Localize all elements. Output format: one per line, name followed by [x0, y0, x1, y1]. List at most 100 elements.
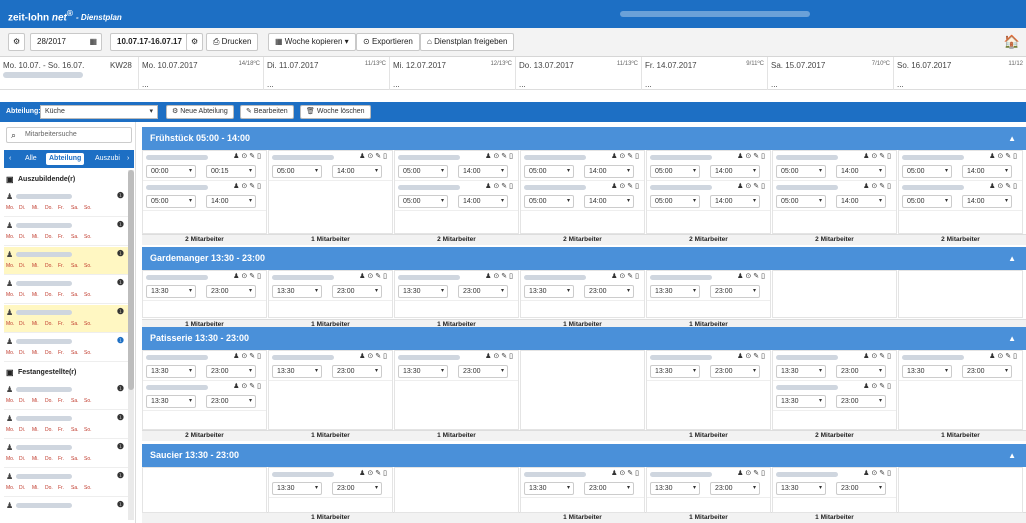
end-time-select[interactable]: 23:00 ▾ [710, 482, 760, 495]
pencil-icon[interactable]: ✎ [753, 353, 761, 360]
employee-item[interactable]: ♟ ❶ Mo. Di. Mi. Do. Fr. Sa. So. [4, 276, 128, 304]
sidebar-scrollbar[interactable] [128, 170, 134, 520]
day-cell[interactable]: ♟⊙✎▯ 13:30 ▾ 23:00 ▾ [520, 467, 645, 513]
employee-item[interactable]: ♟ ❶ Mo. Di. Mi. Do. Fr. Sa. So. [4, 305, 128, 333]
end-time-select[interactable]: 14:00 ▾ [332, 165, 382, 178]
end-time-select[interactable]: 23:00 ▾ [710, 365, 760, 378]
day-cell[interactable]: ♟⊙✎▯ 13:30 ▾ 23:00 ▾ [268, 350, 393, 430]
start-time-select[interactable]: 05:00 ▾ [902, 165, 952, 178]
shift-slot[interactable]: ♟⊙✎▯ 05:00 ▾ 14:00 ▾ [647, 151, 770, 181]
end-time-select[interactable]: 23:00 ▾ [206, 285, 256, 298]
shift-slot[interactable]: ♟⊙✎▯ 13:30 ▾ 23:00 ▾ [773, 351, 896, 381]
pencil-icon[interactable]: ✎ [249, 273, 257, 280]
pencil-icon[interactable]: ✎ [753, 183, 761, 190]
day-cell[interactable]: ♟⊙✎▯ 13:30 ▾ 23:00 ▾ [142, 270, 267, 318]
trash-icon[interactable]: ▯ [887, 470, 893, 477]
trash-icon[interactable]: ▯ [257, 153, 263, 160]
end-time-select[interactable]: 14:00 ▾ [836, 195, 886, 208]
start-time-select[interactable]: 05:00 ▾ [650, 165, 700, 178]
shift-slot[interactable]: ♟⊙✎▯ 05:00 ▾ 14:00 ▾ [395, 181, 518, 211]
day-cell[interactable]: ♟⊙✎▯ 13:30 ▾ 23:00 ▾ [772, 467, 897, 513]
trash-icon[interactable]: ▯ [509, 273, 515, 280]
start-time-select[interactable]: 13:30 ▾ [272, 365, 322, 378]
shift-slot[interactable]: ♟⊙✎▯ 05:00 ▾ 14:00 ▾ [143, 181, 266, 211]
tab-next[interactable]: › [124, 153, 132, 165]
info-icon[interactable]: ❶ [117, 191, 124, 200]
shift-slot[interactable]: ♟⊙✎▯ 05:00 ▾ 14:00 ▾ [899, 181, 1022, 211]
end-time-select[interactable]: 23:00 ▾ [206, 395, 256, 408]
trash-icon[interactable]: ▯ [635, 470, 641, 477]
day-cell[interactable]: ♟⊙✎▯ 13:30 ▾ 23:00 ▾ [646, 467, 771, 513]
trash-icon[interactable]: ▯ [761, 273, 767, 280]
start-time-select[interactable]: 05:00 ▾ [776, 195, 826, 208]
end-time-select[interactable]: 14:00 ▾ [584, 165, 634, 178]
start-time-select[interactable]: 13:30 ▾ [272, 482, 322, 495]
day-cell[interactable]: ♟⊙✎▯ 13:30 ▾ 23:00 ▾ [394, 350, 519, 430]
tab-all[interactable]: Alle [22, 153, 40, 165]
trash-icon[interactable]: ▯ [257, 273, 263, 280]
tab-department[interactable]: Abteilung [46, 153, 85, 165]
start-time-select[interactable]: 05:00 ▾ [146, 195, 196, 208]
trash-icon[interactable]: ▯ [383, 353, 389, 360]
trash-icon[interactable]: ▯ [383, 273, 389, 280]
trash-icon[interactable]: ▯ [635, 183, 641, 190]
day-cell[interactable]: ♟⊙✎▯ 05:00 ▾ 14:00 ▾ ♟⊙✎▯ 05:00 ▾ 14:00 ▾ [646, 150, 771, 234]
trash-icon[interactable]: ▯ [383, 470, 389, 477]
shift-slot[interactable]: ♟⊙✎▯ 05:00 ▾ 14:00 ▾ [773, 181, 896, 211]
scrollbar-thumb[interactable] [128, 170, 134, 390]
day-cell[interactable]: ♟⊙✎▯ 13:30 ▾ 23:00 ▾ ♟⊙✎▯ 13:30 ▾ 23:00 ▾ [142, 350, 267, 430]
trash-icon[interactable]: ▯ [383, 153, 389, 160]
day-cell[interactable]: ♟⊙✎▯ 13:30 ▾ 23:00 ▾ [394, 270, 519, 318]
trash-icon[interactable]: ▯ [509, 353, 515, 360]
day-cell[interactable]: ♟⊙✎▯ 05:00 ▾ 14:00 ▾ ♟⊙✎▯ 05:00 ▾ 14:00 ▾ [772, 150, 897, 234]
start-time-select[interactable]: 13:30 ▾ [650, 482, 700, 495]
edit-button[interactable]: ✎ Bearbeiten [240, 105, 294, 119]
pencil-icon[interactable]: ✎ [1005, 153, 1013, 160]
release-plan-button[interactable]: ⌂ Dienstplan freigeben [420, 33, 515, 51]
shift-slot[interactable]: ♟⊙✎▯ 13:30 ▾ 23:00 ▾ [647, 271, 770, 301]
start-time-select[interactable]: 13:30 ▾ [650, 285, 700, 298]
day-cell[interactable]: ♟⊙✎▯ 13:30 ▾ 23:00 ▾ [520, 270, 645, 318]
shift-section-header[interactable]: Patisserie 13:30 - 23:00 ▲ [142, 327, 1026, 350]
chevron-up-icon[interactable]: ▲ [1008, 444, 1016, 467]
pencil-icon[interactable]: ✎ [753, 273, 761, 280]
end-time-select[interactable]: 14:00 ▾ [458, 165, 508, 178]
end-time-select[interactable]: 23:00 ▾ [206, 365, 256, 378]
end-time-select[interactable]: 23:00 ▾ [458, 285, 508, 298]
pencil-icon[interactable]: ✎ [501, 273, 509, 280]
trash-icon[interactable]: ▯ [1013, 353, 1019, 360]
day-cell[interactable]: ♟⊙✎▯ 13:30 ▾ 23:00 ▾ [268, 467, 393, 513]
info-icon[interactable]: ❶ [117, 500, 124, 509]
shift-slot[interactable]: ♟⊙✎▯ 05:00 ▾ 14:00 ▾ [521, 181, 644, 211]
pencil-icon[interactable]: ✎ [879, 383, 887, 390]
info-icon[interactable]: ❶ [117, 442, 124, 451]
pencil-icon[interactable]: ✎ [249, 353, 257, 360]
start-time-select[interactable]: 13:30 ▾ [776, 395, 826, 408]
group-employees[interactable]: ▣ Festangestellte(r) [4, 365, 128, 381]
start-time-select[interactable]: 05:00 ▾ [524, 195, 574, 208]
shift-slot[interactable]: ♟⊙✎▯ 05:00 ▾ 14:00 ▾ [773, 151, 896, 181]
employee-item[interactable]: ♟ ❶ [4, 498, 128, 523]
employee-item[interactable]: ♟ ❶ Mo. Di. Mi. Do. Fr. Sa. So. [4, 469, 128, 497]
info-icon[interactable]: ❶ [117, 384, 124, 393]
trash-icon[interactable]: ▯ [761, 470, 767, 477]
end-time-select[interactable]: 23:00 ▾ [962, 365, 1012, 378]
day-cell[interactable]: ♟⊙✎▯ 05:00 ▾ 14:00 ▾ ♟⊙✎▯ 05:00 ▾ 14:00 ▾ [394, 150, 519, 234]
pencil-icon[interactable]: ✎ [627, 470, 635, 477]
end-time-select[interactable]: 23:00 ▾ [836, 395, 886, 408]
start-time-select[interactable]: 13:30 ▾ [272, 285, 322, 298]
tab-apprentice[interactable]: Auszubi [92, 153, 123, 165]
day-cell[interactable] [772, 270, 897, 318]
start-time-select[interactable]: 13:30 ▾ [776, 365, 826, 378]
pencil-icon[interactable]: ✎ [501, 353, 509, 360]
info-icon[interactable]: ❶ [117, 413, 124, 422]
pencil-icon[interactable]: ✎ [1005, 183, 1013, 190]
pencil-icon[interactable]: ✎ [375, 470, 383, 477]
end-time-select[interactable]: 23:00 ▾ [458, 365, 508, 378]
trash-icon[interactable]: ▯ [761, 153, 767, 160]
settings-icon[interactable]: ⚙ [8, 33, 26, 51]
shift-section-header[interactable]: Saucier 13:30 - 23:00 ▲ [142, 444, 1026, 467]
start-time-select[interactable]: 13:30 ▾ [776, 482, 826, 495]
start-time-select[interactable]: 05:00 ▾ [902, 195, 952, 208]
pencil-icon[interactable]: ✎ [501, 183, 509, 190]
